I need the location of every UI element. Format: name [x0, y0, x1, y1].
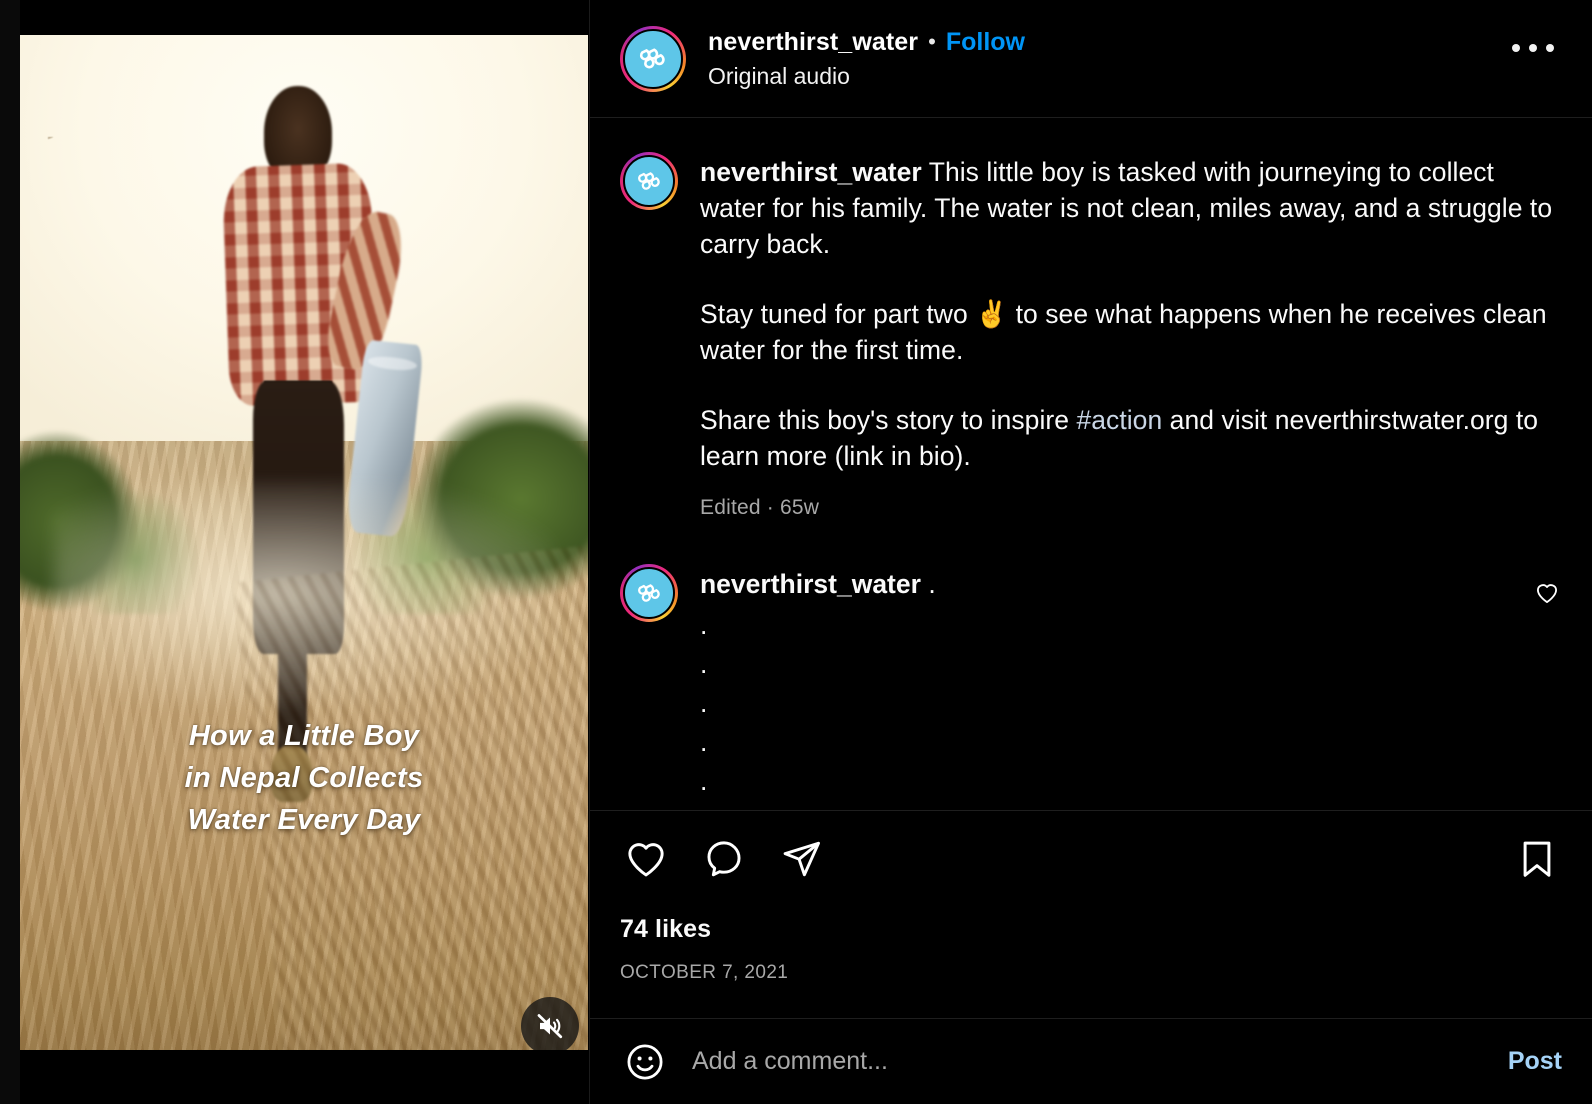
- post-date: OCTOBER 7, 2021: [620, 962, 789, 983]
- caption-username[interactable]: neverthirst_water: [700, 157, 922, 187]
- neverthirst-logo-icon: [639, 47, 665, 68]
- add-comment-bar: Post: [590, 1018, 1592, 1104]
- comment-button[interactable]: [698, 833, 750, 885]
- audio-label[interactable]: Original audio: [708, 63, 1025, 90]
- emoji-picker-button[interactable]: [620, 1037, 670, 1087]
- comment-dot-lines: . . . . .: [700, 610, 708, 796]
- mute-toggle-button[interactable]: [521, 997, 579, 1050]
- info-pane: neverthirst_water • Follow Original audi…: [590, 0, 1592, 1104]
- ellipsis-icon-dot: [1546, 44, 1554, 52]
- comment-body: neverthirst_water . . . . . .: [700, 564, 1562, 801]
- follow-button[interactable]: Follow: [946, 28, 1025, 57]
- avatar-header[interactable]: [620, 25, 686, 92]
- neverthirst-logo-icon: [637, 171, 660, 190]
- more-options-button[interactable]: [1504, 36, 1562, 60]
- caption-meta: Edited · 65w: [700, 496, 820, 519]
- instagram-post-view: How a Little Boy in Nepal Collects Water…: [0, 0, 1592, 1104]
- avatar-image: [623, 28, 683, 89]
- post-video[interactable]: How a Little Boy in Nepal Collects Water…: [20, 35, 588, 1050]
- header-username-row: neverthirst_water • Follow: [708, 28, 1025, 57]
- caption-text-3-before: Share this boy's story to inspire: [700, 405, 1077, 435]
- comments-region[interactable]: neverthirst_water This little boy is tas…: [590, 118, 1592, 811]
- share-button[interactable]: [776, 833, 828, 885]
- hashtag-action[interactable]: #action: [1076, 405, 1162, 435]
- caption-block: neverthirst_water This little boy is tas…: [620, 152, 1562, 520]
- paper-plane-icon: [783, 841, 820, 877]
- speech-bubble-icon: [707, 841, 741, 877]
- heart-outline-icon: [1536, 584, 1558, 604]
- comment-like-button[interactable]: [1534, 580, 1560, 611]
- neverthirst-logo-icon: [637, 583, 660, 602]
- heart-outline-icon: [628, 843, 664, 877]
- avatar-caption[interactable]: [620, 152, 678, 210]
- save-button[interactable]: [1512, 834, 1562, 884]
- caption-text-2-before: Stay tuned for part two: [700, 299, 976, 329]
- media-edge-strip: [0, 0, 20, 1104]
- post-comment-button[interactable]: Post: [1508, 1047, 1562, 1076]
- video-overlay-title: How a Little Boy in Nepal Collects Water…: [184, 720, 424, 836]
- comment-text: .: [928, 569, 936, 599]
- post-header: neverthirst_water • Follow Original audi…: [590, 0, 1592, 118]
- comment-item: neverthirst_water . . . . . .: [620, 564, 1562, 801]
- like-button[interactable]: [620, 833, 672, 885]
- action-icons-row: [620, 833, 1562, 885]
- peace-hand-emoji: ✌️: [975, 299, 1009, 329]
- action-bar: 74 likes OCTOBER 7, 2021: [590, 811, 1592, 1018]
- header-text-group: neverthirst_water • Follow Original audi…: [708, 28, 1025, 90]
- media-pane: How a Little Boy in Nepal Collects Water…: [0, 0, 590, 1104]
- header-separator: •: [928, 29, 936, 54]
- avatar-image: [623, 567, 675, 619]
- comment-first-line: neverthirst_water .: [700, 566, 1562, 602]
- speaker-muted-icon: [537, 1014, 563, 1039]
- likes-count[interactable]: 74 likes: [620, 915, 1562, 944]
- caption-paragraph-2: Stay tuned for part two ✌️ to see what h…: [700, 296, 1562, 368]
- ellipsis-icon-dot: [1529, 44, 1537, 52]
- caption-paragraph-3: Share this boy's story to inspire #actio…: [700, 402, 1562, 474]
- video-branch: [48, 136, 140, 401]
- caption-body: neverthirst_water This little boy is tas…: [700, 152, 1562, 520]
- header-username[interactable]: neverthirst_water: [708, 28, 918, 57]
- smiley-face-icon: [627, 1044, 663, 1079]
- ellipsis-icon-dot: [1512, 44, 1520, 52]
- add-comment-input[interactable]: [692, 1047, 1486, 1076]
- caption-paragraph-1: neverthirst_water This little boy is tas…: [700, 154, 1562, 262]
- avatar-image: [623, 155, 675, 207]
- bookmark-outline-icon: [1523, 841, 1551, 877]
- avatar-comment[interactable]: [620, 564, 678, 622]
- comment-username[interactable]: neverthirst_water: [700, 569, 921, 599]
